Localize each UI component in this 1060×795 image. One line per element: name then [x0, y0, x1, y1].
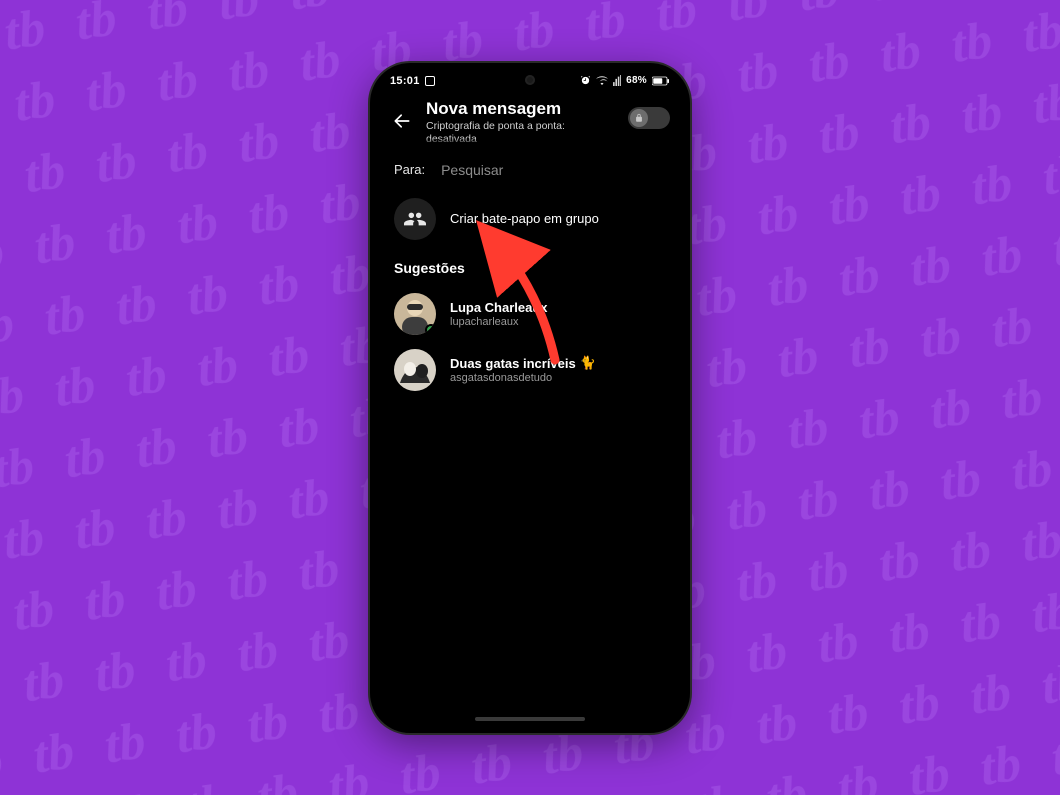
suggestion-item[interactable]: Lupa Charleaux lupacharleaux [376, 286, 684, 342]
screenshot-icon [425, 76, 435, 86]
recipient-row: Para: [376, 146, 684, 188]
wifi-icon [596, 76, 608, 86]
create-group-label: Criar bate-papo em grupo [450, 211, 599, 226]
battery-icon [652, 76, 670, 86]
avatar [394, 293, 436, 335]
avatar-image [394, 349, 436, 391]
page-subtitle-line1: Criptografia de ponta a ponta: [426, 120, 616, 133]
battery-percent: 68% [626, 75, 647, 86]
suggestion-username: asgatasdonasdetudo [450, 372, 596, 384]
signal-icon [613, 75, 621, 86]
encryption-toggle[interactable] [628, 107, 670, 129]
suggestion-username: lupacharleaux [450, 316, 548, 328]
cat-badge-icon: 🐈 [580, 355, 596, 371]
presence-dot [425, 324, 436, 335]
status-bar: 15:01 68% [376, 69, 684, 93]
avatar [394, 349, 436, 391]
suggestion-name: Lupa Charleaux [450, 300, 548, 315]
page-subtitle-line2: desativada [426, 133, 616, 146]
group-avatar-circle [394, 198, 436, 240]
page-background: tb 15:01 68% [0, 0, 1060, 795]
status-time: 15:01 [390, 75, 420, 87]
back-button[interactable] [390, 105, 414, 137]
home-indicator[interactable] [475, 717, 585, 721]
suggestions-heading: Sugestões [376, 254, 684, 286]
create-group-row[interactable]: Criar bate-papo em grupo [376, 188, 684, 254]
app-header: Nova mensagem Criptografia de ponta a po… [376, 93, 684, 146]
suggestion-item[interactable]: Duas gatas incríveis 🐈 asgatasdonasdetud… [376, 342, 684, 398]
suggestion-name: Duas gatas incríveis 🐈 [450, 355, 596, 371]
page-title: Nova mensagem [426, 99, 616, 119]
phone-frame: 15:01 68% Nova mensagem Crip [370, 63, 690, 733]
search-input[interactable] [441, 162, 666, 178]
people-icon [404, 208, 426, 230]
screen: 15:01 68% Nova mensagem Crip [376, 69, 684, 727]
lock-icon [634, 113, 644, 123]
recipient-label: Para: [394, 162, 425, 177]
alarm-icon [580, 75, 591, 86]
arrow-left-icon [392, 111, 412, 131]
